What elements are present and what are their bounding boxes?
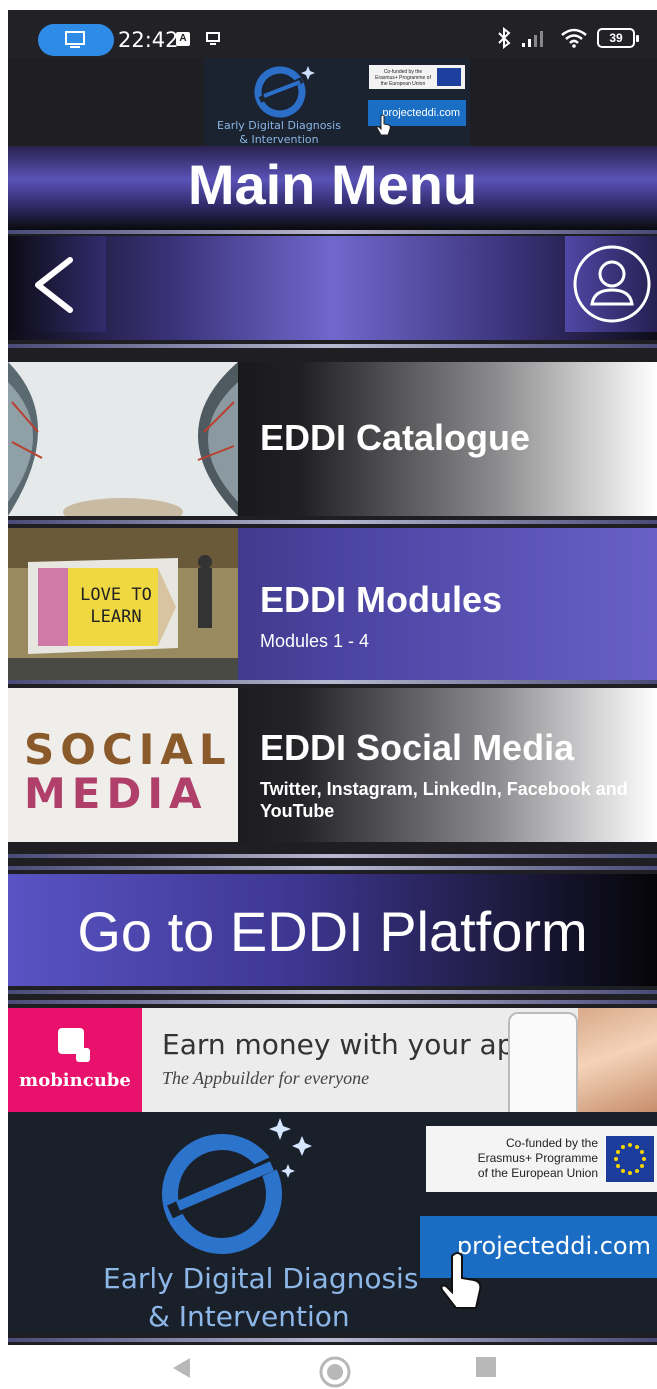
love-to-learn-text: LOVE TO LEARN [80,585,152,627]
menu-item-title: EDDI Modules [260,579,503,620]
divider [8,990,657,994]
divider [8,1000,657,1004]
eu-cofunded-badge: Co-funded by the Erasmus+ Programme of t… [426,1126,657,1192]
nav-home-icon[interactable] [318,1355,352,1389]
screen-icon [206,32,220,45]
nav-back-icon[interactable] [170,1355,192,1381]
eddi-logo-icon [162,1118,312,1254]
platform-button-label: Go to EDDI Platform [77,900,588,963]
catalogue-thumbnail [8,362,238,516]
divider [8,230,657,234]
top-logo-banner[interactable]: Early Digital Diagnosis & Intervention C… [204,58,470,156]
menu-item-title: EDDI Social Media [260,727,575,768]
ad-headline: Earn money with your apps [162,1028,547,1061]
divider [8,520,657,524]
system-navigation-bar [0,1345,657,1389]
phone-image [508,1012,578,1112]
top-logo-text: Early Digital Diagnosis & Intervention [217,119,341,146]
back-arrow-icon [35,257,73,313]
mobincube-icon [58,1028,90,1062]
eu-flag-icon [437,68,461,86]
divider [8,866,657,870]
divider [8,680,657,684]
profile-icon [573,245,651,323]
monitor-icon [65,31,85,48]
ad-photo [578,1008,657,1112]
back-button[interactable] [8,236,106,332]
eu-cofunded-badge: Co-funded by the Erasmus+ Programme of t… [369,65,465,89]
wifi-icon [561,28,587,48]
profile-button[interactable] [565,236,657,332]
a-badge-icon: A [176,32,190,46]
status-bar: 22:42 A 39 [8,10,657,58]
menu-item-catalogue[interactable]: EDDI Catalogue [8,362,657,516]
menu-item-subtitle: Modules 1 - 4 [260,631,370,651]
bluetooth-icon [498,27,511,49]
page-title: Main Menu [187,153,478,216]
pointer-hand-icon [440,1252,482,1309]
signal-icon [522,31,543,47]
divider [8,1338,657,1342]
screen-cast-pill[interactable] [38,24,114,56]
ad-tagline: The Appbuilder for everyone [162,1068,370,1088]
nav-recents-icon[interactable] [474,1355,498,1379]
status-icons: 39 [497,24,639,52]
logo-text-line2: & Intervention [148,1300,350,1333]
eu-flag-icon [606,1136,654,1182]
nav-bar [8,236,657,340]
divider [8,344,657,348]
menu-item-modules[interactable]: LOVE TO LEARN EDDI Modules Modules 1 - 4 [8,528,657,682]
clock: 22:42 [118,28,179,52]
menu-item-subtitle: Twitter, Instagram, LinkedIn, Facebook a… [260,779,628,821]
bottom-logo-banner[interactable]: Early Digital Diagnosis & Intervention C… [8,1112,657,1334]
menu-item-title: EDDI Catalogue [260,417,531,458]
social-media-thumbnail: SOCIAL MEDIA [8,688,238,842]
main-menu-header: Main Menu [8,146,657,230]
battery-icon: 39 [597,28,639,48]
modules-thumbnail: LOVE TO LEARN [8,528,238,682]
social-media-text: SOCIAL MEDIA [24,725,232,818]
eddi-logo-icon [254,66,315,118]
divider [8,854,657,858]
logo-text-line1: Early Digital Diagnosis [103,1262,419,1295]
menu-item-social-media[interactable]: SOCIAL MEDIA EDDI Social Media Twitter, … [8,688,657,842]
pointer-hand-icon [376,114,391,136]
ad-banner[interactable]: mobincube Earn money with your apps The … [8,1008,657,1112]
go-to-platform-button[interactable]: Go to EDDI Platform [8,874,657,986]
mobincube-logo: mobincube [8,1008,142,1112]
app-frame: 22:42 A 39 Early Digital Diagnosis & Int… [8,10,657,1345]
